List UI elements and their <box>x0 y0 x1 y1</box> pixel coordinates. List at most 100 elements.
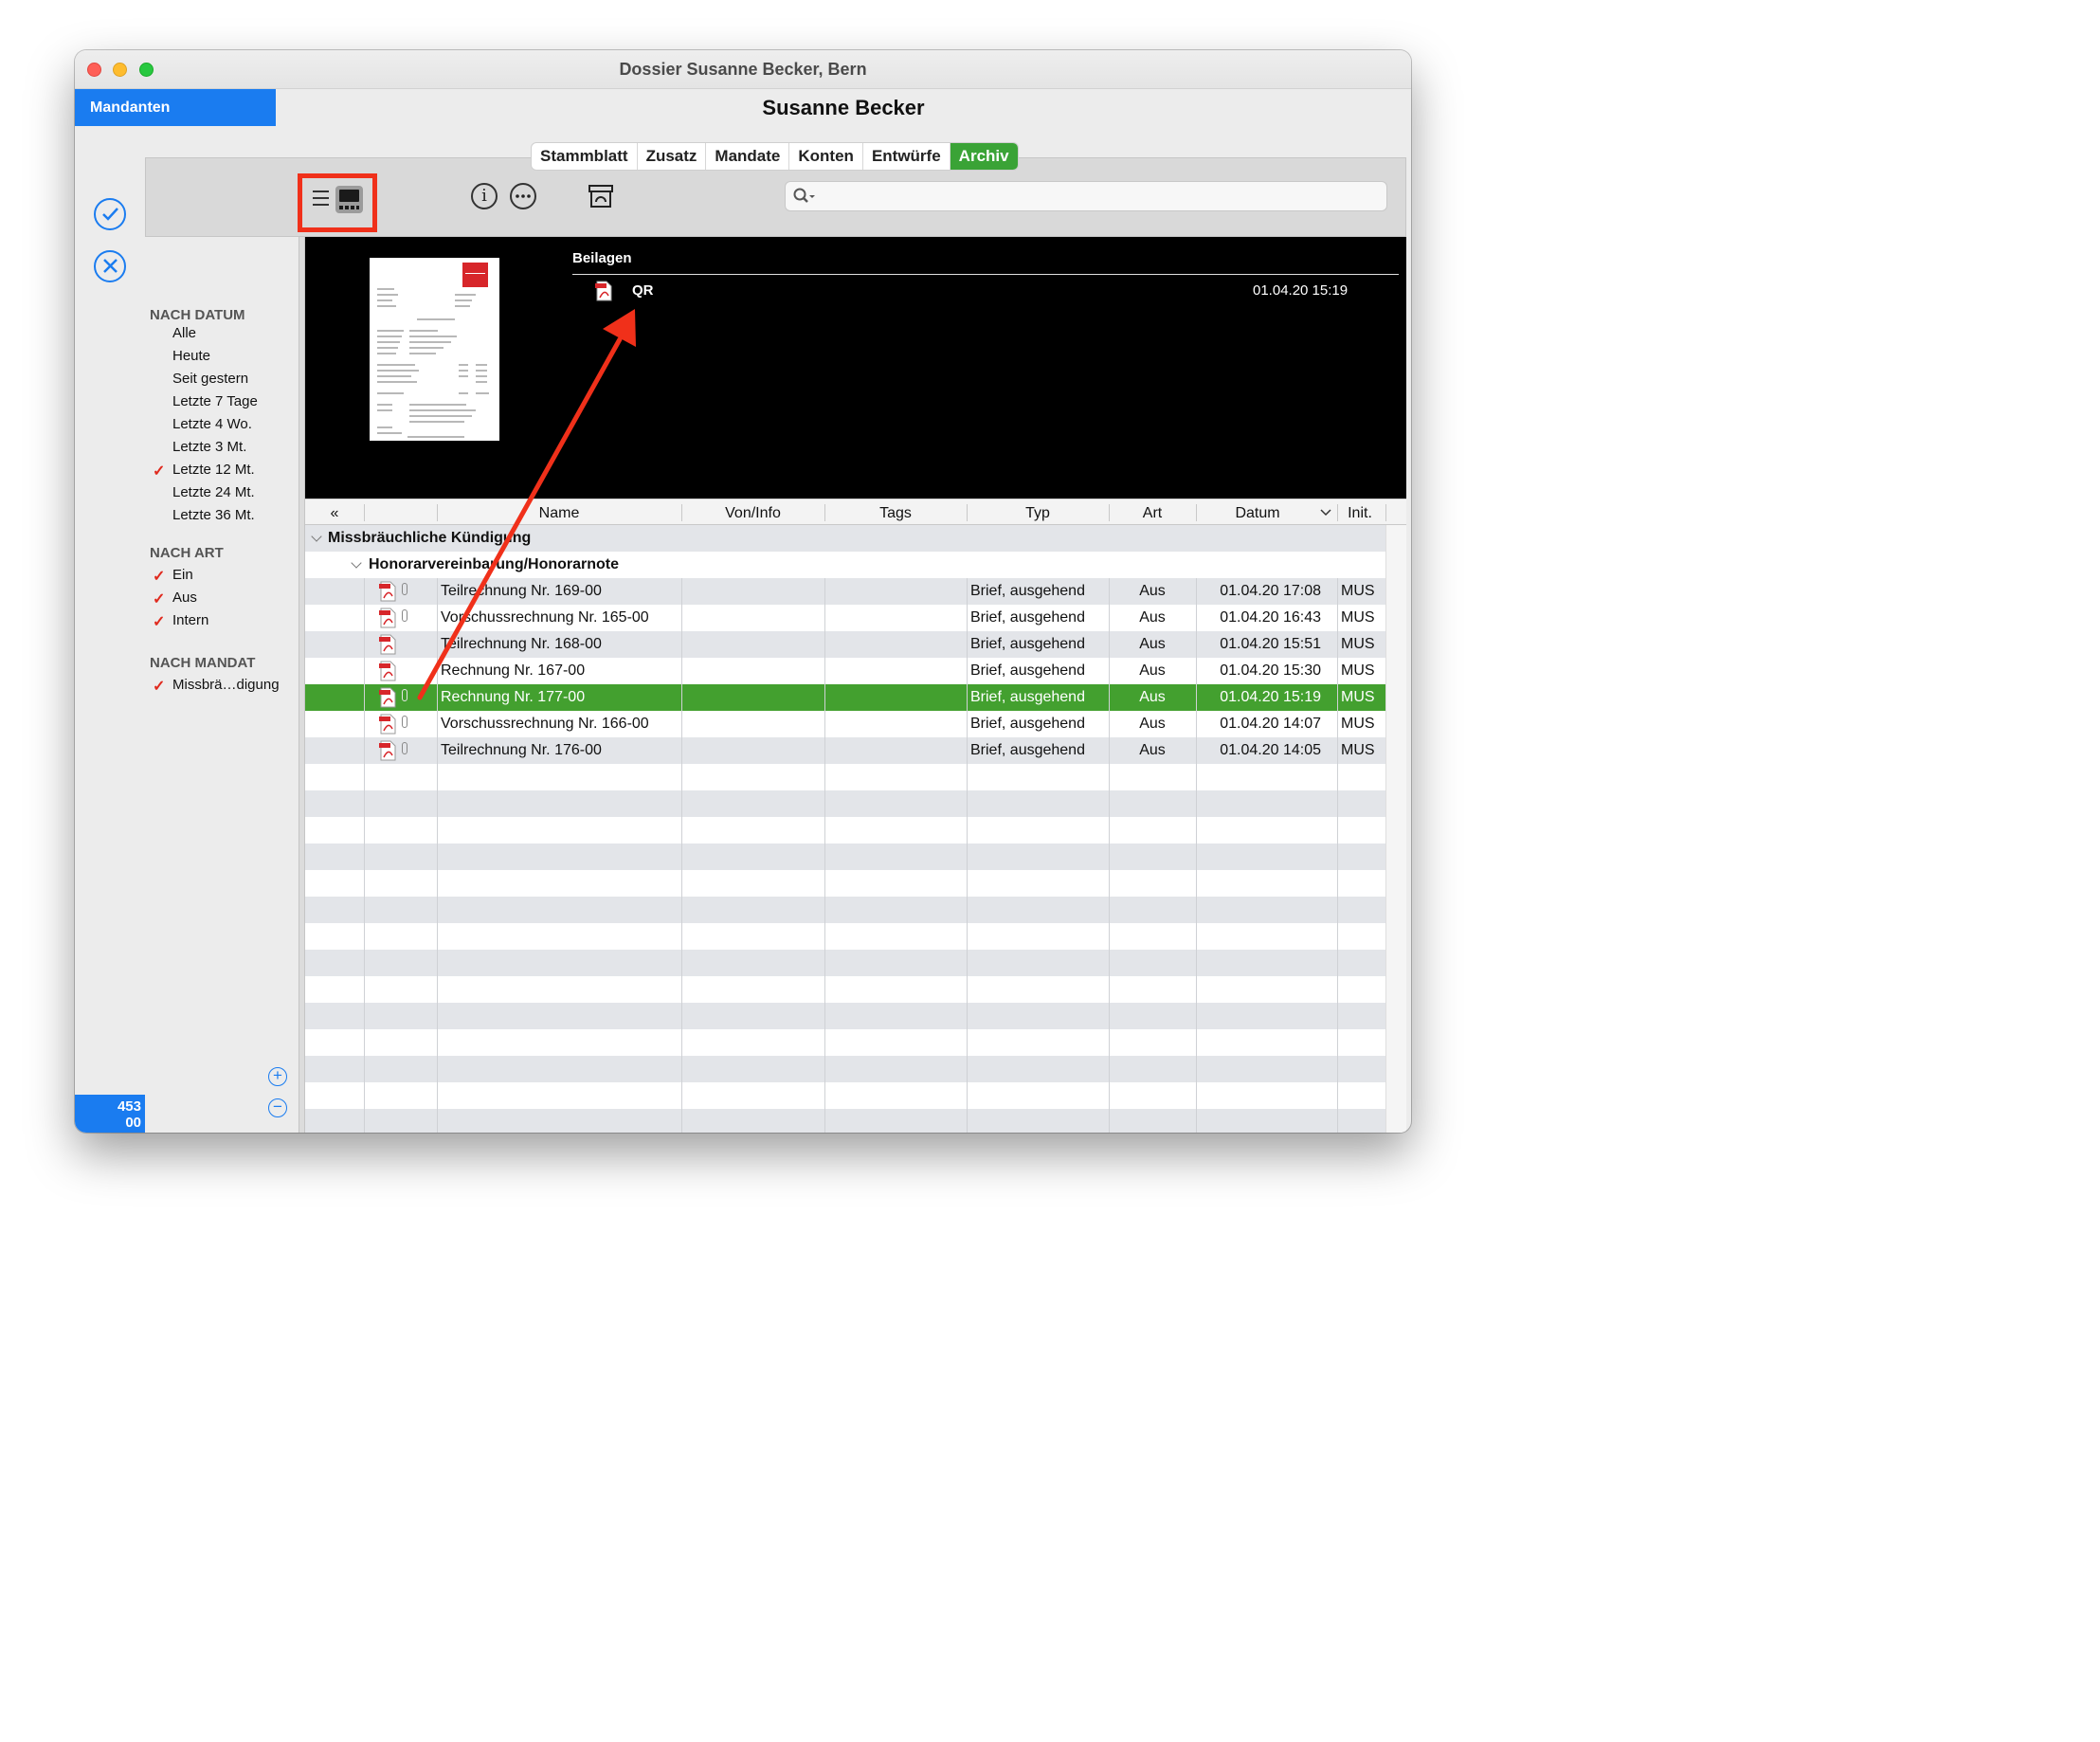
sidebar-splitter[interactable] <box>299 237 305 1133</box>
thumbnail-text-line <box>409 347 444 349</box>
pdf-icon <box>595 281 612 301</box>
list-view-icon[interactable] <box>313 191 329 210</box>
cell-name: Vorschussrechnung Nr. 165-00 <box>441 609 649 626</box>
sidebar-filter-item[interactable]: Aus <box>172 590 197 606</box>
add-filter-icon[interactable]: + <box>268 1067 287 1086</box>
thumbnail-text-line <box>476 392 489 394</box>
sidebar-filter-item[interactable]: Intern <box>172 612 208 628</box>
group-row-mandat[interactable]: Missbräuchliche Kündigung <box>305 525 1385 552</box>
count-badge: 453 00 <box>75 1095 145 1133</box>
paperclip-icon <box>402 689 407 701</box>
group-row-subcategory[interactable]: Honorarvereinbarung/Honorarnote <box>305 552 1385 578</box>
table-row[interactable]: Teilrechnung Nr. 176-00 Brief, ausgehend A… <box>305 737 1385 764</box>
checkmark-icon: ✓ <box>153 591 166 608</box>
cell-name: Teilrechnung Nr. 168-00 <box>441 636 602 652</box>
cell-datum: 01.04.20 14:05 <box>1220 742 1321 758</box>
search-input[interactable] <box>785 181 1387 211</box>
empty-table-row <box>305 1082 1385 1109</box>
thumbnail-text-line <box>476 381 487 383</box>
table-row[interactable]: Teilrechnung Nr. 168-00 Brief, ausgehend A… <box>305 631 1385 658</box>
checkmark-circle-icon[interactable] <box>94 198 126 230</box>
disclosure-chevron-icon[interactable] <box>311 531 322 542</box>
pdf-icon <box>378 687 397 714</box>
tab-entwuerfe[interactable]: Entwürfe <box>863 143 950 170</box>
vertical-scrollbar[interactable] <box>1385 525 1406 1133</box>
archive-table: « Name Von/Info Tags Typ Art Datum Init.… <box>305 499 1406 1133</box>
more-icon[interactable] <box>510 183 536 209</box>
thumbnail-text-line <box>409 336 457 337</box>
paperclip-icon <box>402 716 407 728</box>
cell-name: Vorschussrechnung Nr. 166-00 <box>441 716 649 732</box>
tab-konten[interactable]: Konten <box>789 143 863 170</box>
info-icon[interactable]: i <box>471 183 498 209</box>
thumbnail-text-line <box>409 421 464 423</box>
cell-init: MUS <box>1341 716 1375 732</box>
table-row[interactable]: Teilrechnung Nr. 169-00 Brief, ausgehend A… <box>305 578 1385 605</box>
table-row[interactable]: Vorschussrechnung Nr. 165-00 Brief, ausge… <box>305 605 1385 631</box>
sidebar-filter-item[interactable]: Ein <box>172 567 193 583</box>
left-strip <box>75 126 145 1133</box>
table-row[interactable]: Vorschussrechnung Nr. 166-00 Brief, ausge… <box>305 711 1385 737</box>
column-header-art[interactable]: Art <box>1109 499 1196 525</box>
sidebar-filter-item[interactable]: Heute <box>172 348 210 364</box>
empty-table-row <box>305 1029 1385 1056</box>
tab-archiv[interactable]: Archiv <box>950 143 1018 170</box>
sidebar-filter-item[interactable]: Letzte 12 Mt. <box>172 462 255 478</box>
table-row[interactable]: Rechnung Nr. 167-00 Brief, ausgehend Aus 01… <box>305 658 1385 684</box>
thumbnail-text-line <box>459 392 468 394</box>
sort-chevron-down-icon[interactable] <box>1320 509 1331 517</box>
thumbnail-text-line <box>377 347 398 349</box>
thumbnail-text-line <box>409 353 436 354</box>
column-header-name[interactable]: Name <box>437 499 681 525</box>
cell-init: MUS <box>1341 609 1375 626</box>
beilagen-divider <box>572 274 1399 275</box>
view-mode-toggle[interactable] <box>298 173 377 232</box>
group-label: Honorarvereinbarung/Honorarnote <box>369 556 620 572</box>
paperclip-icon <box>402 742 407 754</box>
x-circle-icon[interactable] <box>94 250 126 282</box>
mandanten-button[interactable]: Mandanten <box>75 89 276 126</box>
disclosure-chevron-icon[interactable] <box>351 557 362 569</box>
tab-zusatz[interactable]: Zusatz <box>638 143 707 170</box>
tab-mandate[interactable]: Mandate <box>706 143 790 170</box>
tab-stammblatt[interactable]: Stammblatt <box>532 143 638 170</box>
empty-table-row <box>305 790 1385 817</box>
more-dots <box>516 194 531 198</box>
cell-datum: 01.04.20 17:08 <box>1220 583 1321 599</box>
app-window: Dossier Susanne Becker, Bern Mandanten S… <box>75 50 1411 1133</box>
thumbnail-text-line <box>417 318 455 320</box>
thumbnail-text-line <box>377 299 392 301</box>
cell-init: MUS <box>1341 689 1375 705</box>
column-header-datum[interactable]: Datum <box>1196 499 1319 525</box>
pdf-icon <box>378 581 397 608</box>
beilagen-heading: Beilagen <box>572 250 632 266</box>
thumbnail-text-line <box>377 330 404 332</box>
sidebar-filter-item[interactable]: Letzte 4 Wo. <box>172 416 252 432</box>
window-title: Dossier Susanne Becker, Bern <box>619 60 867 79</box>
sidebar-filter-item[interactable]: Alle <box>172 325 196 341</box>
sidebar-filter-item[interactable]: Missbrä…digung <box>172 677 280 693</box>
attachment-date: 01.04.20 15:19 <box>1253 282 1349 299</box>
thumbnail-text-line <box>377 381 417 383</box>
remove-filter-icon[interactable]: − <box>268 1098 287 1117</box>
empty-table-row <box>305 870 1385 897</box>
sidebar-filter-item[interactable]: Letzte 36 Mt. <box>172 507 255 523</box>
table-row[interactable]: Rechnung Nr. 177-00 Brief, ausgehend Aus 01… <box>305 684 1386 714</box>
attachment-name[interactable]: QR <box>632 282 654 299</box>
gallery-view-icon[interactable] <box>335 186 363 213</box>
collapse-column-header[interactable]: « <box>305 499 364 525</box>
column-header-typ[interactable]: Typ <box>967 499 1109 525</box>
sidebar-filter-item[interactable]: Letzte 7 Tage <box>172 393 258 409</box>
sidebar-filter-item[interactable]: Letzte 3 Mt. <box>172 439 246 455</box>
cell-typ: Brief, ausgehend <box>970 689 1085 705</box>
document-thumbnail[interactable] <box>370 258 499 441</box>
pdf-icon <box>378 661 397 687</box>
sidebar-filter-item[interactable]: Seit gestern <box>172 371 248 387</box>
thumbnail-text-line <box>377 336 402 337</box>
column-header-tags[interactable]: Tags <box>824 499 967 525</box>
archive-box-icon[interactable] <box>588 183 614 209</box>
column-header-init[interactable]: Init. <box>1337 499 1383 525</box>
cell-init: MUS <box>1341 742 1375 758</box>
sidebar-filter-item[interactable]: Letzte 24 Mt. <box>172 484 255 500</box>
column-header-von-info[interactable]: Von/Info <box>681 499 824 525</box>
